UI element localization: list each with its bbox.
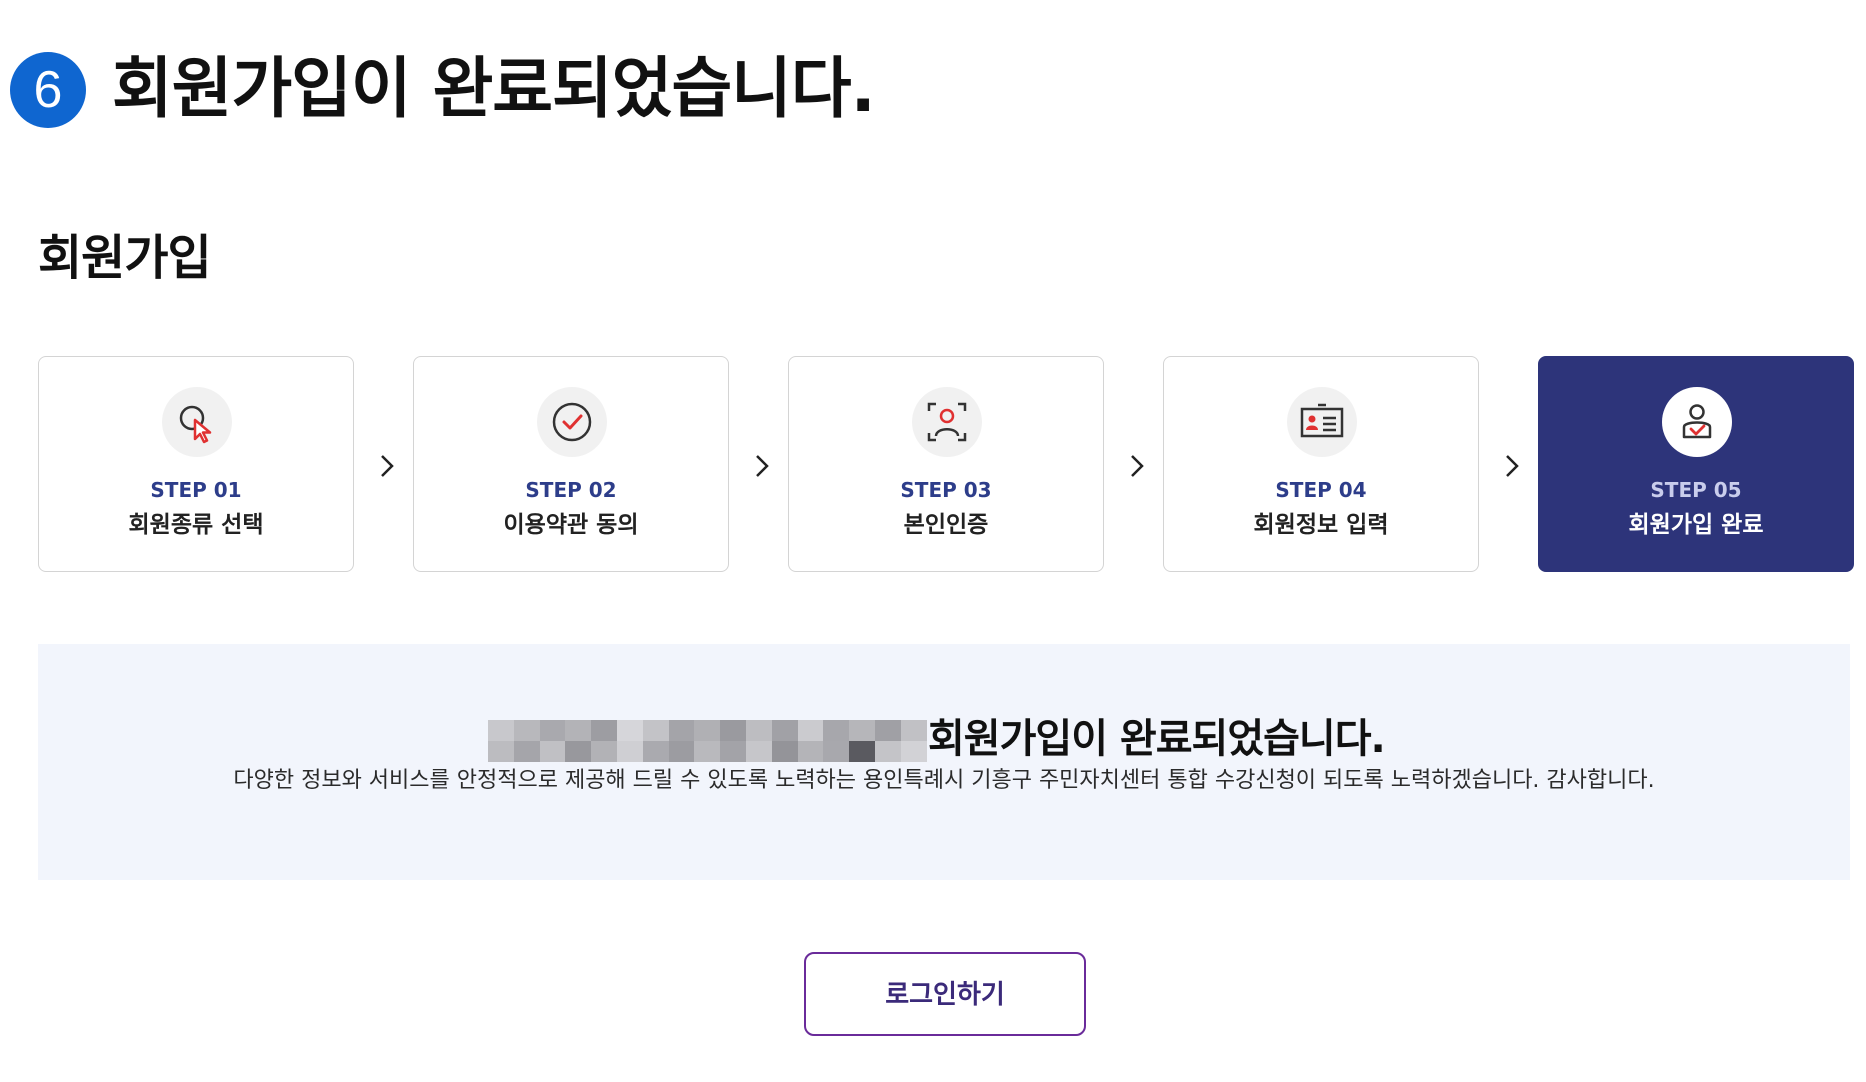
step-number: STEP 05 — [1650, 478, 1742, 502]
step-card-03: STEP 03 본인인증 — [788, 356, 1104, 572]
user-check-icon — [1662, 387, 1732, 457]
check-circle-icon — [537, 387, 607, 457]
completion-panel: 회원가입이 완료되었습니다. 다양한 정보와 서비스를 안정적으로 제공해 드릴… — [38, 644, 1850, 880]
step-card-02: STEP 02 이용약관 동의 — [413, 356, 729, 572]
chevron-right-icon — [1127, 451, 1147, 481]
step-label: 이용약관 동의 — [503, 512, 639, 538]
step-number: STEP 01 — [150, 478, 242, 502]
completion-title: 회원가입이 완료되었습니다. — [928, 716, 1386, 762]
step-card-04: STEP 04 회원정보 입력 — [1163, 356, 1479, 572]
chevron-right-icon — [1502, 451, 1522, 481]
step-label: 회원가입 완료 — [1628, 512, 1764, 538]
cursor-click-icon — [162, 387, 232, 457]
login-button[interactable]: 로그인하기 — [804, 952, 1086, 1036]
step-number: STEP 02 — [525, 478, 617, 502]
chevron-right-icon — [377, 451, 397, 481]
step-card-01: STEP 01 회원종류 선택 — [38, 356, 354, 572]
step-card-05: STEP 05 회원가입 완료 — [1538, 356, 1854, 572]
completion-description: 다양한 정보와 서비스를 안정적으로 제공해 드릴 수 있도록 노력하는 용인특… — [233, 768, 1655, 793]
chevron-right-icon — [752, 451, 772, 481]
face-scan-icon — [912, 387, 982, 457]
page-heading: 회원가입이 완료되었습니다. — [112, 50, 876, 127]
signup-steps: STEP 01 회원종류 선택 STEP 02 이용약관 동의 STEP 03 … — [38, 356, 1856, 574]
step-label: 본인인증 — [903, 512, 989, 538]
step-number-badge: 6 — [10, 52, 86, 128]
step-number: STEP 03 — [900, 478, 992, 502]
step-number: STEP 04 — [1275, 478, 1367, 502]
step-label: 회원종류 선택 — [128, 512, 264, 538]
id-card-icon — [1287, 387, 1357, 457]
section-title: 회원가입 — [38, 230, 212, 286]
step-label: 회원정보 입력 — [1253, 512, 1389, 538]
masked-username — [488, 720, 928, 762]
